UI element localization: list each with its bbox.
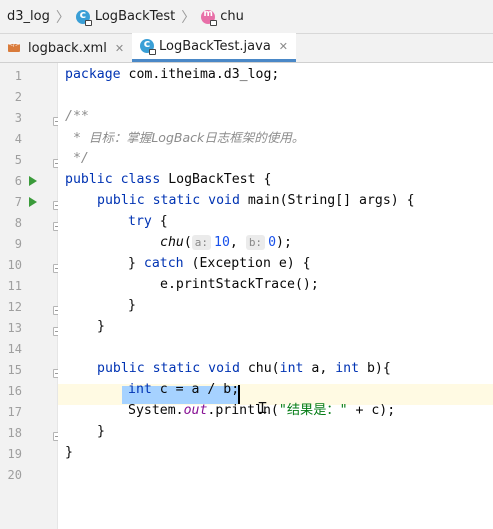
- editor-gutter[interactable]: 1 2 3 4 5 6 7 8 9 10 11 12 13 14 15 16 1…: [0, 63, 62, 529]
- code-editor[interactable]: package com.itheima.d3_log; /** * 目标：掌握L…: [58, 63, 493, 529]
- breadcrumb-method-label: chu: [220, 9, 244, 24]
- line-number: 1: [14, 69, 22, 83]
- tab-logbacktest-java[interactable]: LogBackTest.java ✕: [132, 33, 297, 62]
- mouse-ibeam-cursor-icon: Ｉ: [255, 399, 271, 417]
- code-line-5: */: [65, 151, 89, 166]
- tab-logback-xml[interactable]: logback.xml ✕: [0, 34, 132, 62]
- line-number: 4: [14, 132, 22, 146]
- code-line-6: public class LogBackTest {: [65, 172, 272, 187]
- line-number: 5: [14, 153, 22, 167]
- code-line-7: public static void main(String[] args) {: [97, 193, 415, 208]
- line-number: 9: [14, 237, 22, 251]
- class-icon: [75, 8, 92, 26]
- line-number: 6: [14, 174, 22, 188]
- line-number: 8: [14, 216, 22, 230]
- editor-tab-bar: logback.xml ✕ LogBackTest.java ✕: [0, 33, 493, 63]
- code-line-8: try {: [128, 214, 168, 229]
- close-icon[interactable]: ✕: [115, 42, 124, 55]
- line-number: 2: [14, 90, 22, 104]
- code-line-16: int c = a / b;: [128, 382, 240, 397]
- code-line-4: * 目标：掌握LogBack日志框架的使用。: [65, 130, 305, 146]
- breadcrumb-class[interactable]: LogBackTest: [74, 0, 177, 33]
- line-number: 12: [7, 300, 22, 314]
- line-number: 16: [7, 384, 22, 398]
- line-number: 15: [7, 363, 22, 377]
- breadcrumb-method[interactable]: chu: [199, 0, 246, 33]
- close-icon[interactable]: ✕: [279, 40, 288, 53]
- code-line-18: }: [97, 424, 105, 439]
- line-number: 7: [14, 195, 22, 209]
- line-number: 18: [7, 426, 22, 440]
- text-caret: [238, 385, 240, 404]
- code-line-15: public static void chu(int a, int b){: [97, 361, 391, 376]
- param-hint: b:: [245, 235, 266, 250]
- code-line-10: } catch (Exception e) {: [128, 256, 311, 271]
- line-number: 10: [7, 258, 22, 272]
- code-line-1: package com.itheima.d3_log;: [65, 67, 280, 82]
- line-number: 11: [7, 279, 22, 293]
- run-class-icon[interactable]: [29, 176, 37, 186]
- line-number: 3: [14, 111, 22, 125]
- breadcrumb: d3_log 〉 LogBackTest 〉 chu: [0, 0, 493, 34]
- method-icon: [201, 9, 218, 26]
- line-number: 13: [7, 321, 22, 335]
- code-line-12: }: [128, 298, 136, 313]
- breadcrumb-separator-icon: 〉: [181, 9, 196, 26]
- param-hint: a:: [191, 235, 212, 250]
- code-line-13: }: [97, 319, 105, 334]
- tab-label: logback.xml: [28, 40, 107, 56]
- xml-file-icon: [8, 41, 22, 55]
- code-line-19: }: [65, 445, 73, 460]
- line-number: 14: [7, 342, 22, 356]
- tab-label: LogBackTest.java: [159, 38, 271, 54]
- code-line-3: /**: [65, 109, 89, 124]
- code-line-9: chu(a: 10, b: 0);: [160, 235, 292, 250]
- breadcrumb-class-label: LogBackTest: [94, 9, 176, 24]
- java-class-icon: [140, 37, 157, 55]
- run-main-icon[interactable]: [29, 197, 37, 207]
- line-number: 17: [7, 405, 22, 419]
- breadcrumb-project-label: d3_log: [7, 9, 50, 24]
- breadcrumb-project[interactable]: d3_log: [0, 0, 52, 33]
- line-number: 19: [7, 447, 22, 461]
- breadcrumb-separator-icon: 〉: [55, 9, 70, 26]
- line-number: 20: [7, 468, 22, 482]
- code-line-11: e.printStackTrace();: [160, 277, 319, 292]
